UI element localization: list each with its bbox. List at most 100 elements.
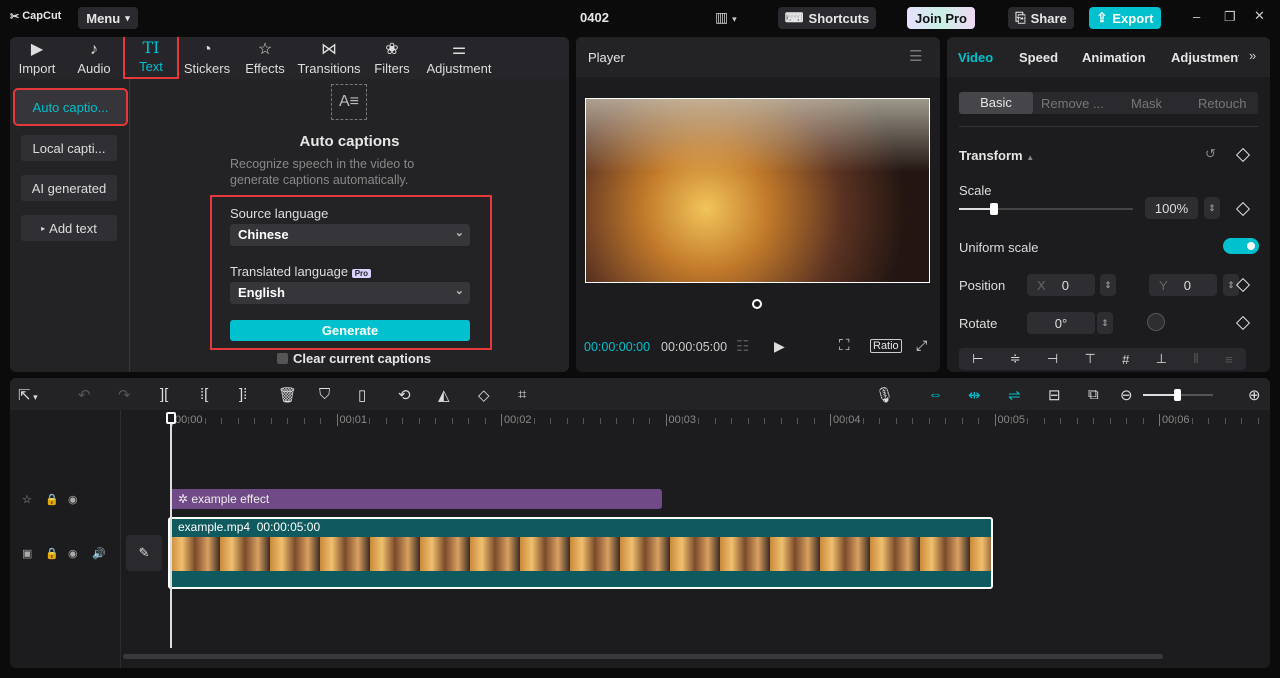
eye-icon[interactable]: ◉ (68, 547, 78, 560)
split-left-icon[interactable]: ⁞[ (200, 386, 208, 403)
reset-icon[interactable]: ↺ (1205, 146, 1216, 162)
menu-icon[interactable]: ☰ (909, 47, 922, 65)
rotate-handle[interactable] (752, 299, 762, 309)
transform-heading[interactable]: Transform ▲ (959, 148, 1034, 163)
rotate-dial[interactable] (1147, 313, 1165, 331)
keyframe-icon[interactable] (1235, 315, 1251, 331)
minimize-icon[interactable]: – (1193, 9, 1200, 24)
auto-snap-icon[interactable]: ⇹ (968, 386, 981, 404)
shortcuts-button[interactable]: ⌨ Shortcuts (778, 7, 876, 29)
position-y-input[interactable]: Y0 (1149, 274, 1217, 296)
tab-transitions[interactable]: ⋈ Transitions (297, 37, 360, 79)
uniform-scale-toggle[interactable] (1223, 238, 1259, 254)
sidebar-item-local-captions[interactable]: Local capti... (21, 135, 117, 161)
export-button[interactable]: ⇪ Export (1089, 7, 1161, 29)
redo-icon[interactable]: ↷ (118, 386, 131, 404)
scale-stepper[interactable]: ⇕ (1204, 197, 1220, 219)
position-x-stepper[interactable]: ⇕ (1100, 274, 1116, 296)
timecode-list-icon[interactable]: ☷ (736, 337, 749, 355)
scale-slider[interactable] (959, 203, 1133, 215)
delete-icon[interactable]: 🗑 (278, 386, 297, 404)
layout-icon[interactable]: ▥ ▾ (715, 9, 737, 26)
split-icon[interactable]: ][ (160, 386, 168, 403)
undo-icon[interactable]: ↶ (78, 386, 91, 404)
sidebar-item-ai-generated[interactable]: AI generated (21, 175, 117, 201)
subtab-basic[interactable]: Basic (959, 92, 1033, 114)
align-bottom-icon[interactable]: ⊥ (1156, 351, 1167, 367)
tab-text[interactable]: TI Text (123, 37, 179, 79)
keyframe-icon[interactable] (1235, 147, 1251, 163)
select-tool-icon[interactable]: ⇱ ▾ (18, 386, 38, 404)
source-language-select[interactable]: Chinese ⌄ (230, 224, 470, 246)
zoom-out-icon[interactable]: ⊖ (1120, 386, 1133, 404)
tab-animation[interactable]: Animation (1082, 50, 1146, 65)
rotate-stepper[interactable]: ⇕ (1097, 312, 1113, 334)
distribute-h-icon[interactable]: ⦀ (1193, 351, 1199, 367)
playhead-handle[interactable] (166, 412, 176, 424)
scale-input[interactable]: 100% (1145, 197, 1198, 219)
zoom-slider-thumb[interactable] (1174, 389, 1181, 401)
join-pro-button[interactable]: Join Pro (907, 7, 975, 29)
tab-speed[interactable]: Speed (1019, 50, 1058, 65)
effect-clip[interactable]: ✲ example effect (170, 489, 662, 509)
share-button[interactable]: ⎘ Share (1008, 7, 1074, 29)
horizontal-scrollbar[interactable] (123, 654, 1163, 659)
translated-language-select[interactable]: English ⌄ (230, 282, 470, 304)
playhead[interactable] (166, 412, 176, 648)
tab-stickers[interactable]: ◔ Stickers (184, 37, 230, 79)
more-tabs-icon[interactable]: » (1249, 48, 1256, 63)
tab-adjustment[interactable]: Adjustment (1171, 50, 1239, 65)
position-x-input[interactable]: X0 (1027, 274, 1095, 296)
tab-audio[interactable]: ♪ Audio (74, 37, 114, 79)
fit-screen-icon[interactable]: ⛶ (839, 337, 850, 354)
time-ruler[interactable]: 00:00 00:01 00:02 00:03 00:04 00:05 00:06 (120, 410, 1270, 430)
align-left-icon[interactable]: ⊢ (972, 351, 983, 367)
crop-icon[interactable]: ⌗ (518, 386, 526, 403)
rotate-icon[interactable]: ◇ (478, 386, 490, 404)
freeze-icon[interactable]: ▯ (358, 386, 366, 404)
close-icon[interactable]: ✕ (1254, 8, 1265, 24)
ratio-button[interactable]: Ratio (870, 339, 902, 353)
preview-axis-icon[interactable]: ⊟ (1048, 386, 1061, 404)
reverse-icon[interactable]: ⟲ (398, 386, 411, 404)
align-right-icon[interactable]: ⊣ (1047, 351, 1058, 367)
tab-filters[interactable]: ❀ Filters (372, 37, 412, 79)
subtab-remove[interactable]: Remove ... (1041, 96, 1104, 111)
video-preview[interactable] (585, 98, 930, 283)
lock-icon[interactable]: 🔒 (45, 547, 59, 560)
scale-slider-thumb[interactable] (989, 203, 998, 215)
video-clip[interactable]: example.mp4 00:00:05:00 (168, 517, 993, 589)
thumbnail-icon[interactable]: ⧉ (1088, 386, 1099, 403)
menu-button[interactable]: Menu ▾ (78, 7, 138, 29)
rotate-input[interactable]: 0° (1027, 312, 1095, 334)
tab-video[interactable]: Video (958, 50, 993, 65)
fullscreen-icon[interactable]: ⤢ (916, 337, 927, 354)
tab-adjustment[interactable]: ⚌ Adjustment (424, 37, 494, 79)
marker-icon[interactable]: ⛉ (319, 386, 330, 403)
lock-icon[interactable]: 🔒 (45, 493, 59, 506)
align-center-v-icon[interactable]: # (1122, 352, 1129, 367)
align-top-icon[interactable]: ⊤ (1084, 351, 1095, 367)
zoom-slider[interactable] (1143, 389, 1213, 401)
mirror-icon[interactable]: ◭ (438, 386, 450, 404)
keyframe-icon[interactable] (1235, 201, 1251, 217)
linkage-icon[interactable]: ⇌ (1008, 386, 1021, 404)
sidebar-item-auto-captions[interactable]: Auto captio... (13, 88, 128, 126)
audio-mute-icon[interactable]: 🔊 (92, 547, 106, 560)
play-icon[interactable]: ▶ (774, 338, 785, 355)
tab-import[interactable]: ▶ Import (16, 37, 58, 79)
sidebar-item-add-text[interactable]: ▸ Add text (21, 215, 117, 241)
clear-captions-checkbox[interactable]: Clear current captions (277, 351, 431, 366)
split-right-icon[interactable]: ]⁞ (239, 386, 247, 403)
microphone-icon[interactable]: 🎙 (875, 386, 894, 404)
cover-edit-button[interactable]: ✎ (126, 535, 162, 571)
generate-button[interactable]: Generate (230, 320, 470, 341)
align-center-h-icon[interactable]: ≑ (1010, 351, 1021, 367)
distribute-v-icon[interactable]: ≡ (1225, 352, 1233, 367)
subtab-mask[interactable]: Mask (1131, 96, 1162, 111)
eye-icon[interactable]: ◉ (68, 493, 78, 506)
tab-effects[interactable]: ☆ Effects (244, 37, 286, 79)
main-track-magnet-icon[interactable]: ⇔ (928, 386, 943, 403)
subtab-retouch[interactable]: Retouch (1198, 96, 1246, 111)
maximize-icon[interactable]: ❐ (1224, 9, 1236, 25)
